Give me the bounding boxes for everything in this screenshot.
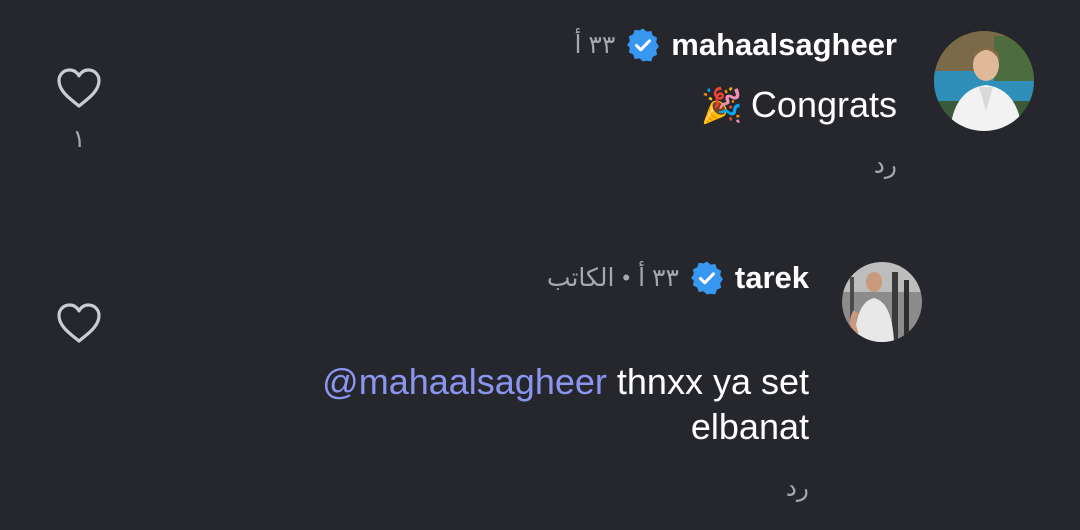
comments-screen: mahaalsagheer ٣٣ أ 🎉 Congrats رد ١ tarek… (0, 0, 1080, 530)
avatar-tarek[interactable] (842, 262, 922, 342)
comment-header-2: tarek ٣٣ أ • الكاتب (547, 258, 809, 298)
author-tag: الكاتب (546, 264, 615, 292)
username[interactable]: mahaalsagheer (671, 27, 897, 63)
like-count: ١ (72, 125, 86, 153)
timestamp: ٣٣ أ (574, 31, 616, 59)
verified-badge-icon (689, 260, 725, 296)
comment-line-2: elbanat (690, 406, 809, 447)
like-button-2[interactable] (54, 302, 104, 349)
party-popper-emoji: 🎉 (700, 87, 743, 125)
like-button-1[interactable]: ١ (54, 67, 104, 154)
avatar-mahaalsagheer[interactable] (934, 31, 1034, 131)
mention-link[interactable]: @mahaalsagheer (322, 361, 607, 402)
reply-button[interactable]: رد (786, 473, 809, 503)
reply-button[interactable]: رد (874, 150, 897, 180)
comment-text: thnxx ya set (606, 361, 809, 402)
verified-badge-icon (625, 27, 661, 63)
heart-outline-icon[interactable] (56, 67, 102, 114)
comment-line-1: @mahaalsagheer thnxx ya set (322, 359, 809, 404)
comment-body-1: 🎉 Congrats (701, 82, 897, 129)
comment-header-1: mahaalsagheer ٣٣ أ (575, 25, 898, 65)
comment-body-2: @mahaalsagheer thnxx ya set elbanat (322, 359, 809, 449)
separator-dot: • (622, 265, 631, 290)
heart-outline-icon[interactable] (56, 302, 102, 349)
username[interactable]: tarek (735, 260, 809, 296)
timestamp: ٣٣ أ (638, 264, 679, 292)
comment-text: Congrats (750, 84, 897, 125)
